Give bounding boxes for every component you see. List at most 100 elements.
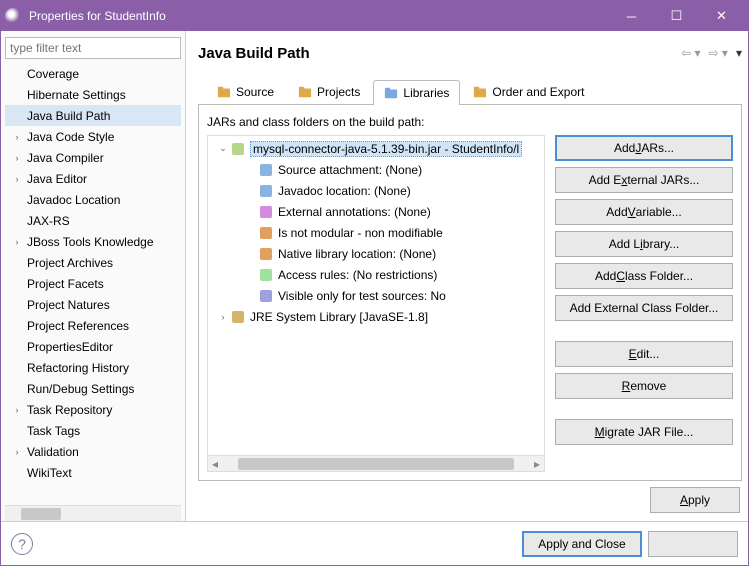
help-icon[interactable]: ? [11,533,33,555]
titlebar[interactable]: Properties for StudentInfo ─ ☐ ✕ [1,1,748,31]
tab-label: Libraries [403,86,449,100]
tree-item-label: Coverage [27,67,181,81]
lib-tree-item[interactable]: ›JRE System Library [JavaSE-1.8] [210,306,542,327]
sidebar-item-task-tags[interactable]: Task Tags [5,420,181,441]
nav-arrows: ⇦ ▾ ⇨ ▾ ▾ [681,46,742,60]
tab-source[interactable]: Source [206,79,285,104]
chevron-right-icon [11,299,23,311]
sidebar-item-java-compiler[interactable]: ›Java Compiler [5,147,181,168]
add-class-folder-button[interactable]: Add Class Folder... [555,263,733,289]
apply-button[interactable]: Apply [650,487,740,513]
tree-item-label: Task Tags [27,424,181,438]
forward-icon[interactable]: ⇨ ▾ [709,46,728,60]
migrate-jar-file-button[interactable]: Migrate JAR File... [555,419,733,445]
chevron-right-icon [11,467,23,479]
cancel-button[interactable] [648,531,738,557]
edit-button[interactable]: Edit... [555,341,733,367]
properties-dialog: Properties for StudentInfo ─ ☐ ✕ Coverag… [0,0,749,566]
tree-item-label: JBoss Tools Knowledge [27,235,181,249]
add-external-jars-button[interactable]: Add External JARs... [555,167,733,193]
remove-button[interactable]: Remove [555,373,733,399]
sidebar-item-hibernate-settings[interactable]: Hibernate Settings [5,84,181,105]
tree-item-label: PropertiesEditor [27,340,181,354]
app-icon [5,8,21,24]
sidebar-item-project-references[interactable]: Project References [5,315,181,336]
sidebar-item-java-build-path[interactable]: Java Build Path [5,105,181,126]
apply-and-close-button[interactable]: Apply and Close [522,531,642,557]
tree-item-label: Javadoc Location [27,193,181,207]
sidebar-item-java-editor[interactable]: › Java Editor [5,168,181,189]
sidebar-item-javadoc-location[interactable]: Javadoc Location [5,189,181,210]
lib-item-label: JRE System Library [JavaSE-1.8] [250,310,428,324]
sidebar-item-java-code-style[interactable]: › Java Code Style [5,126,181,147]
chevron-right-icon [11,68,23,80]
chevron-right-icon: › [11,236,23,248]
tab-label: Order and Export [492,85,584,99]
library-buttons: Add JARs... Add External JARs... Add Varia… [555,135,733,472]
tree-item-label: Project Natures [27,298,181,312]
tree-item-label: Java Editor [27,172,181,186]
libraries-scrollbar[interactable]: ◂ ▸ [208,455,544,471]
close-button[interactable]: ✕ [699,2,744,30]
lib-tree-item[interactable]: External annotations: (None) [210,201,542,222]
tree-item-label: Run/Debug Settings [27,382,181,396]
sidebar-item-project-facets[interactable]: Project Facets [5,273,181,294]
tree-item-label: JAX-RS [27,214,181,228]
chevron-right-icon [11,257,23,269]
lib-tree-item[interactable]: Javadoc location: (None) [210,180,542,201]
tree-item-label: Validation [27,445,181,459]
tab-projects[interactable]: Projects [287,79,371,104]
back-icon[interactable]: ⇦ ▾ [681,46,700,60]
category-tree[interactable]: Coverage Hibernate SettingsJava Build Pat… [5,63,181,505]
main-panel: Java Build Path ⇦ ▾ ⇨ ▾ ▾ SourceProjects… [186,31,748,521]
lib-tree-item[interactable]: Visible only for test sources: No [210,285,542,306]
chevron-right-icon [11,215,23,227]
lib-tree-item[interactable]: Is not modular - non modifiable [210,222,542,243]
chevron-right-icon [11,89,23,101]
minimize-button[interactable]: ─ [609,2,654,30]
add-external-class-folder-button[interactable]: Add External Class Folder... [555,295,733,321]
tree-item-label: Project References [27,319,181,333]
tree-item-label: Task Repository [27,403,181,417]
lib-tree-item[interactable]: Access rules: (No restrictions) [210,264,542,285]
chevron-right-icon: › [11,131,23,143]
add-variable-button[interactable]: Add Variable... [555,199,733,225]
lib-item-label: External annotations: (None) [278,205,431,219]
sidebar-item-propertieseditor[interactable]: PropertiesEditor [5,336,181,357]
lib-tree-item[interactable]: Source attachment: (None) [210,159,542,180]
lib-item-label: Visible only for test sources: No [278,289,446,303]
sidebar-item-project-archives[interactable]: Project Archives [5,252,181,273]
sidebar-item-jax-rs[interactable]: JAX-RS [5,210,181,231]
sidebar-item-refactoring-history[interactable]: Refactoring History [5,357,181,378]
chevron-right-icon: › [11,173,23,185]
lib-tree-item[interactable]: ⌄mysql-connector-java-5.1.39-bin.jar - S… [210,138,542,159]
tab-order-and-export[interactable]: Order and Export [462,79,595,104]
chevron-right-icon: › [11,404,23,416]
chevron-right-icon: › [11,446,23,458]
sidebar-item-wikitext[interactable]: WikiText [5,462,181,483]
maximize-button[interactable]: ☐ [654,2,699,30]
libraries-tree[interactable]: ⌄mysql-connector-java-5.1.39-bin.jar - S… [207,135,545,472]
sidebar-scrollbar[interactable] [5,505,181,521]
lib-item-label: Native library location: (None) [278,247,436,261]
add-jars-button[interactable]: Add JARs... [555,135,733,161]
chevron-right-icon [11,278,23,290]
chevron-right-icon [11,320,23,332]
tree-item-label: Project Archives [27,256,181,270]
sidebar-item-project-natures[interactable]: Project Natures [5,294,181,315]
menu-icon[interactable]: ▾ [736,46,742,60]
sidebar-item-task-repository[interactable]: › Task Repository [5,399,181,420]
lib-tree-item[interactable]: Native library location: (None) [210,243,542,264]
add-library-button[interactable]: Add Library... [555,231,733,257]
tree-item-label: Java Code Style [27,130,181,144]
filter-input[interactable] [5,37,181,59]
tab-label: Source [236,85,274,99]
lib-item-label: Source attachment: (None) [278,163,422,177]
sidebar-item-jboss-tools-knowledge[interactable]: › JBoss Tools Knowledge [5,231,181,252]
sidebar-item-coverage[interactable]: Coverage [5,63,181,84]
tab-libraries[interactable]: Libraries [373,80,460,105]
sidebar-item-run-debug-settings[interactable]: Run/Debug Settings [5,378,181,399]
sidebar-item-validation[interactable]: › Validation [5,441,181,462]
build-path-tabs: Source Projects Libraries Order and Export [198,79,742,105]
tree-item-label: Refactoring History [27,361,181,375]
